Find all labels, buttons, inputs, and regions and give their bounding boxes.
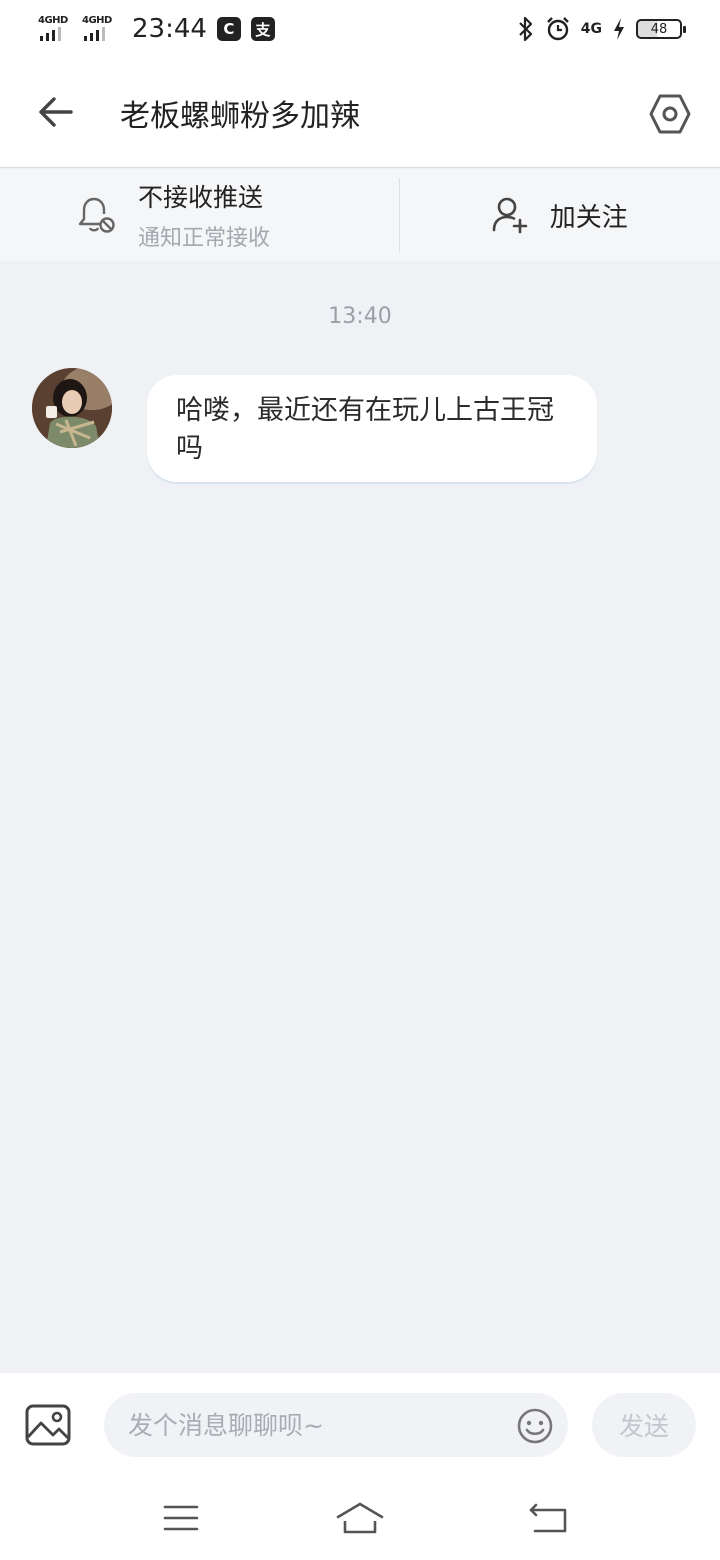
avatar-image (32, 368, 112, 448)
battery-level: 48 (650, 21, 668, 37)
back-button[interactable] (30, 86, 82, 138)
emoji-icon (517, 1408, 553, 1444)
message-input[interactable] (104, 1393, 568, 1457)
chat-header: 老板螺蛳粉多加辣 (0, 58, 720, 168)
input-bar: 发送 (0, 1372, 720, 1480)
image-button[interactable] (24, 1403, 72, 1447)
home-icon (336, 1502, 384, 1534)
network-label: 4G (580, 21, 602, 37)
page-title: 老板螺蛳粉多加辣 (120, 99, 360, 134)
status-left: 4GHD 4GHD 23:44 C 支 (38, 14, 275, 44)
menu-nav-button[interactable] (156, 1498, 206, 1538)
push-subtitle: 通知正常接收 (138, 226, 271, 251)
message-timestamp: 13:40 (328, 304, 392, 329)
follow-label: 加关注 (549, 202, 628, 233)
app-notification-icon: C (216, 17, 241, 41)
home-nav-button[interactable] (335, 1498, 385, 1538)
follow-button[interactable]: 加关注 (400, 169, 720, 261)
system-nav-bar (0, 1480, 720, 1560)
push-title: 不接收推送 (138, 183, 264, 212)
push-text: 不接收推送 通知正常接收 (138, 178, 270, 252)
status-bar: 4GHD 4GHD 23:44 C 支 4G 48 (0, 0, 720, 58)
message-bubble[interactable]: 哈喽，最近还有在玩儿上古王冠吗 (147, 375, 597, 482)
arrow-left-icon (39, 97, 73, 127)
alarm-icon (546, 17, 569, 41)
avatar[interactable] (32, 368, 112, 448)
bell-muted-icon (78, 197, 115, 233)
signal-label: 4GHD (38, 15, 68, 26)
signal-label: 4GHD (82, 15, 112, 26)
charging-icon (614, 18, 624, 40)
image-icon (25, 1404, 71, 1446)
user-add-icon (492, 197, 528, 234)
back-nav-icon (529, 1503, 567, 1533)
status-right: 4G 48 (517, 16, 686, 42)
hexagon-settings-icon (649, 94, 691, 134)
clock: 23:44 (132, 14, 207, 44)
signal-icon: 4GHD (82, 15, 116, 43)
back-nav-button[interactable] (524, 1498, 574, 1538)
alipay-icon: 支 (250, 17, 275, 41)
bluetooth-icon (518, 16, 532, 42)
action-row: 不接收推送 通知正常接收 加关注 (0, 169, 720, 261)
push-toggle-button[interactable]: 不接收推送 通知正常接收 (0, 169, 399, 261)
signal-icon: 4GHD (38, 15, 72, 43)
emoji-button[interactable] (516, 1407, 554, 1445)
settings-button[interactable] (642, 86, 698, 142)
menu-icon (163, 1505, 199, 1531)
send-button[interactable]: 发送 (592, 1393, 696, 1457)
battery-icon: 48 (636, 19, 686, 39)
